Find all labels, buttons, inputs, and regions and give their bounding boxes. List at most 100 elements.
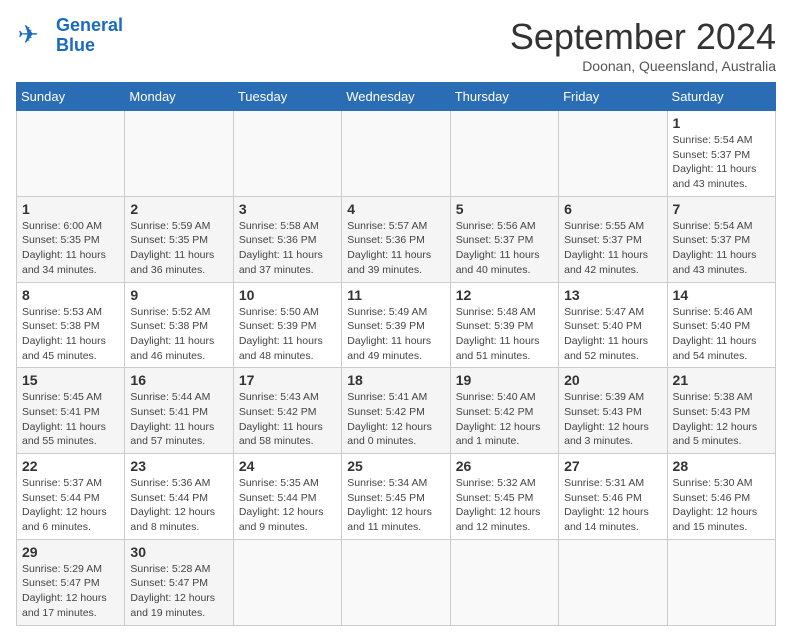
- day-info: Sunrise: 5:34 AMSunset: 5:45 PMDaylight:…: [347, 476, 444, 535]
- day-info: Sunrise: 5:54 AMSunset: 5:37 PMDaylight:…: [673, 219, 770, 278]
- day-number: 1: [22, 201, 119, 217]
- day-number: 3: [239, 201, 336, 217]
- calendar-cell: 8 Sunrise: 5:53 AMSunset: 5:38 PMDaylight…: [17, 282, 125, 368]
- day-number: 17: [239, 372, 336, 388]
- calendar-cell: 14 Sunrise: 5:46 AMSunset: 5:40 PMDayligh…: [667, 282, 775, 368]
- calendar-week-1: 1 Sunrise: 5:54 AMSunset: 5:37 PMDaylight…: [17, 111, 776, 197]
- calendar-cell: [17, 111, 125, 197]
- day-number: 16: [130, 372, 227, 388]
- day-number: 1: [673, 115, 770, 131]
- day-number: 20: [564, 372, 661, 388]
- day-info: Sunrise: 5:31 AMSunset: 5:46 PMDaylight:…: [564, 476, 661, 535]
- calendar-cell: 7 Sunrise: 5:54 AMSunset: 5:37 PMDaylight…: [667, 196, 775, 282]
- calendar-week-2: 1 Sunrise: 6:00 AMSunset: 5:35 PMDaylight…: [17, 196, 776, 282]
- day-info: Sunrise: 5:36 AMSunset: 5:44 PMDaylight:…: [130, 476, 227, 535]
- day-number: 5: [456, 201, 553, 217]
- day-number: 19: [456, 372, 553, 388]
- calendar-cell: 17 Sunrise: 5:43 AMSunset: 5:42 PMDayligh…: [233, 368, 341, 454]
- day-info: Sunrise: 5:45 AMSunset: 5:41 PMDaylight:…: [22, 390, 119, 449]
- day-info: Sunrise: 5:47 AMSunset: 5:40 PMDaylight:…: [564, 305, 661, 364]
- calendar-cell: 2 Sunrise: 5:59 AMSunset: 5:35 PMDaylight…: [125, 196, 233, 282]
- day-number: 24: [239, 458, 336, 474]
- weekday-header-tuesday: Tuesday: [233, 83, 341, 111]
- weekday-header-row: SundayMondayTuesdayWednesdayThursdayFrid…: [17, 83, 776, 111]
- calendar-cell: 20 Sunrise: 5:39 AMSunset: 5:43 PMDayligh…: [559, 368, 667, 454]
- calendar-cell: [559, 111, 667, 197]
- calendar-cell: [667, 539, 775, 625]
- day-number: 26: [456, 458, 553, 474]
- weekday-header-friday: Friday: [559, 83, 667, 111]
- day-info: Sunrise: 5:53 AMSunset: 5:38 PMDaylight:…: [22, 305, 119, 364]
- calendar-cell: 29Sunrise: 5:29 AMSunset: 5:47 PMDayligh…: [17, 539, 125, 625]
- day-info: Sunrise: 5:54 AMSunset: 5:37 PMDaylight:…: [673, 133, 770, 192]
- day-number: 23: [130, 458, 227, 474]
- calendar-cell: 13 Sunrise: 5:47 AMSunset: 5:40 PMDayligh…: [559, 282, 667, 368]
- day-info: Sunrise: 5:59 AMSunset: 5:35 PMDaylight:…: [130, 219, 227, 278]
- calendar-cell: 26 Sunrise: 5:32 AMSunset: 5:45 PMDayligh…: [450, 454, 558, 540]
- calendar-cell: [342, 111, 450, 197]
- calendar-cell: 21Sunrise: 5:38 AMSunset: 5:43 PMDayligh…: [667, 368, 775, 454]
- day-number: 4: [347, 201, 444, 217]
- calendar-week-6: 29Sunrise: 5:29 AMSunset: 5:47 PMDayligh…: [17, 539, 776, 625]
- calendar-cell: 11Sunrise: 5:49 AMSunset: 5:39 PMDayligh…: [342, 282, 450, 368]
- day-info: Sunrise: 5:43 AMSunset: 5:42 PMDaylight:…: [239, 390, 336, 449]
- location: Doonan, Queensland, Australia: [510, 58, 776, 74]
- month-title: September 2024: [510, 16, 776, 58]
- day-info: Sunrise: 5:46 AMSunset: 5:40 PMDaylight:…: [673, 305, 770, 364]
- calendar-cell: 28Sunrise: 5:30 AMSunset: 5:46 PMDayligh…: [667, 454, 775, 540]
- day-number: 12: [456, 287, 553, 303]
- calendar-week-4: 15Sunrise: 5:45 AMSunset: 5:41 PMDayligh…: [17, 368, 776, 454]
- calendar-cell: 6Sunrise: 5:55 AMSunset: 5:37 PMDaylight…: [559, 196, 667, 282]
- day-info: Sunrise: 5:37 AMSunset: 5:44 PMDaylight:…: [22, 476, 119, 535]
- day-info: Sunrise: 5:41 AMSunset: 5:42 PMDaylight:…: [347, 390, 444, 449]
- day-info: Sunrise: 5:44 AMSunset: 5:41 PMDaylight:…: [130, 390, 227, 449]
- weekday-header-monday: Monday: [125, 83, 233, 111]
- calendar-cell: 15Sunrise: 5:45 AMSunset: 5:41 PMDayligh…: [17, 368, 125, 454]
- calendar-cell: 3Sunrise: 5:58 AMSunset: 5:36 PMDaylight…: [233, 196, 341, 282]
- calendar-week-3: 8 Sunrise: 5:53 AMSunset: 5:38 PMDaylight…: [17, 282, 776, 368]
- calendar-cell: 16 Sunrise: 5:44 AMSunset: 5:41 PMDayligh…: [125, 368, 233, 454]
- weekday-header-saturday: Saturday: [667, 83, 775, 111]
- calendar-cell: [342, 539, 450, 625]
- day-info: Sunrise: 5:57 AMSunset: 5:36 PMDaylight:…: [347, 219, 444, 278]
- day-number: 22: [22, 458, 119, 474]
- day-number: 30: [130, 544, 227, 560]
- day-number: 21: [673, 372, 770, 388]
- day-number: 10: [239, 287, 336, 303]
- calendar-cell: 1 Sunrise: 6:00 AMSunset: 5:35 PMDaylight…: [17, 196, 125, 282]
- calendar-cell: 30Sunrise: 5:28 AMSunset: 5:47 PMDayligh…: [125, 539, 233, 625]
- day-info: Sunrise: 5:30 AMSunset: 5:46 PMDaylight:…: [673, 476, 770, 535]
- calendar-cell: [125, 111, 233, 197]
- day-number: 2: [130, 201, 227, 217]
- calendar-cell: 4 Sunrise: 5:57 AMSunset: 5:36 PMDaylight…: [342, 196, 450, 282]
- day-info: Sunrise: 5:49 AMSunset: 5:39 PMDaylight:…: [347, 305, 444, 364]
- day-info: Sunrise: 5:35 AMSunset: 5:44 PMDaylight:…: [239, 476, 336, 535]
- day-number: 13: [564, 287, 661, 303]
- day-info: Sunrise: 5:48 AMSunset: 5:39 PMDaylight:…: [456, 305, 553, 364]
- calendar-cell: 10 Sunrise: 5:50 AMSunset: 5:39 PMDayligh…: [233, 282, 341, 368]
- calendar-cell: 19Sunrise: 5:40 AMSunset: 5:42 PMDayligh…: [450, 368, 558, 454]
- day-info: Sunrise: 5:52 AMSunset: 5:38 PMDaylight:…: [130, 305, 227, 364]
- calendar-cell: 24 Sunrise: 5:35 AMSunset: 5:44 PMDayligh…: [233, 454, 341, 540]
- day-number: 7: [673, 201, 770, 217]
- calendar-cell: 12 Sunrise: 5:48 AMSunset: 5:39 PMDayligh…: [450, 282, 558, 368]
- day-number: 14: [673, 287, 770, 303]
- title-block: September 2024 Doonan, Queensland, Austr…: [510, 16, 776, 74]
- day-number: 27: [564, 458, 661, 474]
- day-number: 8: [22, 287, 119, 303]
- logo-icon: ✈: [16, 18, 52, 54]
- calendar-cell: 25Sunrise: 5:34 AMSunset: 5:45 PMDayligh…: [342, 454, 450, 540]
- calendar-cell: 23 Sunrise: 5:36 AMSunset: 5:44 PMDayligh…: [125, 454, 233, 540]
- day-info: Sunrise: 6:00 AMSunset: 5:35 PMDaylight:…: [22, 219, 119, 278]
- day-info: Sunrise: 5:32 AMSunset: 5:45 PMDaylight:…: [456, 476, 553, 535]
- calendar-cell: 5Sunrise: 5:56 AMSunset: 5:37 PMDaylight…: [450, 196, 558, 282]
- calendar-cell: 9Sunrise: 5:52 AMSunset: 5:38 PMDaylight…: [125, 282, 233, 368]
- calendar-cell: 18Sunrise: 5:41 AMSunset: 5:42 PMDayligh…: [342, 368, 450, 454]
- day-info: Sunrise: 5:39 AMSunset: 5:43 PMDaylight:…: [564, 390, 661, 449]
- day-info: Sunrise: 5:55 AMSunset: 5:37 PMDaylight:…: [564, 219, 661, 278]
- calendar-cell: 1 Sunrise: 5:54 AMSunset: 5:37 PMDaylight…: [667, 111, 775, 197]
- weekday-header-sunday: Sunday: [17, 83, 125, 111]
- day-number: 29: [22, 544, 119, 560]
- day-info: Sunrise: 5:50 AMSunset: 5:39 PMDaylight:…: [239, 305, 336, 364]
- calendar-cell: [233, 111, 341, 197]
